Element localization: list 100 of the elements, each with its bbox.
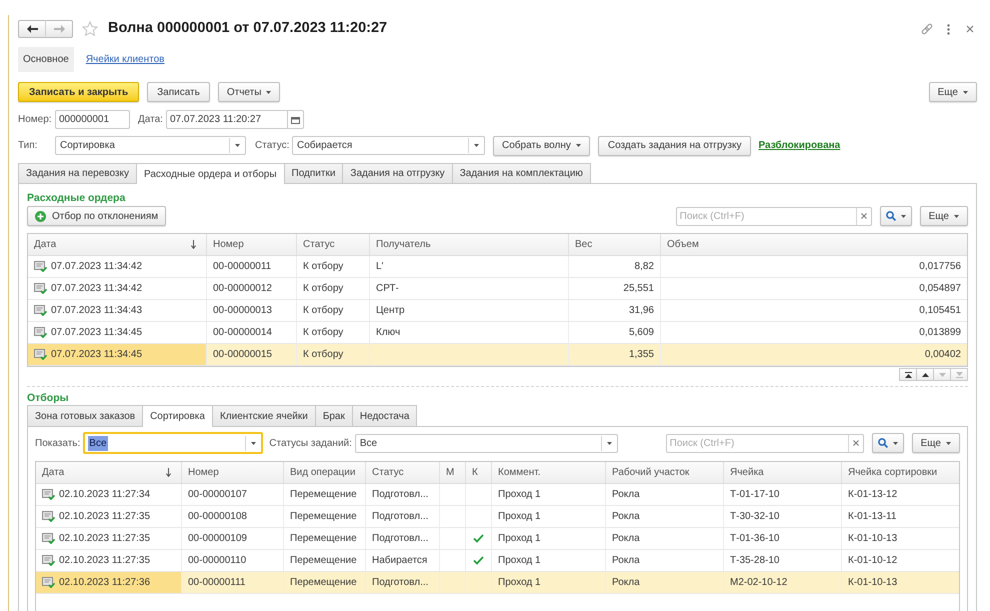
show-select[interactable]: Все xyxy=(83,432,264,454)
table-row[interactable]: 02.10.2023 11:27:36 00-00000111 Перемещение Подготовл... Проход 1 Рокла М2-02-10-12 К-01-10-13 xyxy=(36,572,959,594)
field-label: Статус: xyxy=(255,139,290,153)
table-cell-text: К-01-10-13 xyxy=(847,532,898,546)
document-icon xyxy=(34,349,47,360)
table-cell: К отбору xyxy=(297,300,370,321)
more-button[interactable]: Еще xyxy=(928,82,977,102)
column-header[interactable]: Номер xyxy=(207,234,297,255)
down-arrow-icon xyxy=(191,240,196,249)
search-button[interactable] xyxy=(880,206,912,226)
column-header[interactable]: Коммент. xyxy=(492,462,606,483)
table-row[interactable]: 07.07.2023 11:34:42 00-00000012 К отбору СРТ- 25,551 0,054897 xyxy=(28,278,967,300)
table-row[interactable]: 07.07.2023 11:34:42 00-00000011 К отбору L' 8,82 0,017756 xyxy=(28,256,967,278)
caret-icon xyxy=(251,442,256,444)
column-header[interactable]: Ячейка сортировки xyxy=(842,462,959,483)
close-icon[interactable] xyxy=(966,25,974,33)
column-header[interactable]: К xyxy=(466,462,492,483)
caret-icon xyxy=(954,214,959,218)
table-cell: К отбору xyxy=(297,322,370,343)
table-row[interactable]: 02.10.2023 11:27:35 00-00000110 Перемещение Набирается Проход 1 Рокла Т-35-28-10 К-01-10-12 xyxy=(36,550,959,572)
create-tasks-button[interactable]: Создать задания на отгрузку xyxy=(598,136,752,156)
tab[interactable]: Сортировка xyxy=(143,405,213,427)
triangle-down-icon xyxy=(938,372,946,376)
table-row[interactable]: 07.07.2023 11:34:43 00-00000013 К отбору Центр 31,96 0,105451 xyxy=(28,300,967,322)
link-icon[interactable] xyxy=(921,23,933,35)
cell-text: 07.07.2023 11:34:42 xyxy=(51,260,142,274)
form-tab[interactable]: Основное xyxy=(18,47,74,72)
table-cell: L' xyxy=(370,256,569,277)
table-cell: Проход 1 xyxy=(492,550,606,571)
column-header[interactable]: Дата xyxy=(36,462,182,483)
more-button[interactable]: Еще xyxy=(912,433,960,453)
more-button[interactable]: Еще xyxy=(920,206,968,226)
tab[interactable]: Задания на отгрузку xyxy=(343,163,453,183)
column-header[interactable]: Рабочий участок xyxy=(606,462,724,483)
table-cell: Рокла xyxy=(606,572,724,593)
table-cell: Подготовл... xyxy=(366,528,440,549)
tab[interactable]: Брак xyxy=(316,405,353,426)
cell-text: 07.07.2023 11:34:42 xyxy=(51,282,142,296)
tab[interactable]: Задания на перевозку xyxy=(18,163,137,183)
tab[interactable]: Зона готовых заказов xyxy=(27,405,144,426)
status-select[interactable]: Собирается xyxy=(292,136,485,155)
column-header[interactable]: Ячейка xyxy=(724,462,842,483)
save-button[interactable]: Записать xyxy=(147,82,210,102)
tab[interactable]: Задания на комплектацию xyxy=(452,163,591,183)
first-row-button[interactable] xyxy=(899,368,917,381)
field-label: Дата: xyxy=(138,113,164,127)
table-cell-text: К-01-13-11 xyxy=(847,510,898,524)
cell-text: 02.10.2023 11:27:35 xyxy=(59,532,150,546)
caret-icon xyxy=(946,442,951,444)
table-row[interactable]: 02.10.2023 11:27:35 00-00000108 Перемещение Подготовл... Проход 1 Рокла Т-30-32-10 К-01-13-11 xyxy=(36,506,959,528)
back-button[interactable] xyxy=(18,20,46,38)
table-cell-text: 0,00402 xyxy=(924,348,962,362)
tab[interactable]: Клиентские ячейки xyxy=(212,405,316,426)
table-row[interactable]: 02.10.2023 11:27:35 00-00000109 Перемещение Подготовл... Проход 1 Рокла Т-01-36-10 К-01-10-13 xyxy=(36,528,959,550)
table-cell: Подготовл... xyxy=(366,572,440,593)
caret-icon xyxy=(266,90,272,94)
search-button[interactable] xyxy=(872,433,904,453)
table-cell: К отбору xyxy=(297,344,370,365)
table-cell: Перемещение xyxy=(284,484,366,505)
column-header[interactable]: Номер xyxy=(182,462,284,483)
column-header[interactable]: Дата xyxy=(28,234,207,255)
date-field[interactable]: 07.07.2023 11:20:27 xyxy=(166,110,288,129)
left-arrow-icon xyxy=(26,25,38,33)
table-row[interactable]: 07.07.2023 11:34:45 00-00000014 К отбору Ключ 5,609 0,013899 xyxy=(28,322,967,344)
form-tab-link[interactable]: Ячейки клиентов xyxy=(80,47,170,72)
reports-button[interactable]: Отчеты xyxy=(218,82,280,102)
search-icon xyxy=(878,438,888,448)
cell-text: 02.10.2023 11:27:36 xyxy=(59,576,150,590)
right-arrow-icon xyxy=(54,25,64,33)
calendar-button[interactable] xyxy=(288,110,304,129)
column-header[interactable]: Объем xyxy=(661,234,967,255)
type-select[interactable]: Сортировка xyxy=(55,136,246,155)
vertical-dots-icon[interactable] xyxy=(947,24,950,34)
column-header[interactable]: Вид операции xyxy=(284,462,366,483)
tab[interactable]: Недостача xyxy=(352,405,418,426)
table-row[interactable]: 07.07.2023 11:34:45 00-00000015 К отбору 1,355 0,00402 xyxy=(28,344,967,366)
star-icon[interactable] xyxy=(82,21,98,37)
column-header[interactable]: Статус xyxy=(366,462,440,483)
column-header[interactable]: Вес xyxy=(569,234,661,255)
table-row[interactable]: 02.10.2023 11:27:34 00-00000107 Перемещение Подготовл... Проход 1 Рокла Т-01-17-10 К-01-13-12 xyxy=(36,484,959,506)
column-header[interactable]: М xyxy=(440,462,466,483)
table-cell: 5,609 xyxy=(569,322,661,343)
column-header[interactable]: Статус xyxy=(297,234,370,255)
task-status-select[interactable]: Все xyxy=(354,434,618,452)
previous-row-button[interactable] xyxy=(916,368,934,381)
table-cell-text: 0,017756 xyxy=(918,260,962,274)
filter-button[interactable]: Отбор по отклонениям xyxy=(27,206,166,226)
tab[interactable]: Подпитки xyxy=(284,163,344,183)
document-icon xyxy=(34,327,47,338)
status-link[interactable]: Разблокирована xyxy=(758,138,840,153)
table-cell: 00-00000011 xyxy=(207,256,297,277)
tab[interactable]: Расходные ордера и отборы xyxy=(136,163,285,184)
cell-text: 02.10.2023 11:27:35 xyxy=(59,510,150,524)
number-field[interactable]: 000000001 xyxy=(55,110,130,129)
document-icon xyxy=(42,489,55,500)
table-cell-text: 0,013899 xyxy=(918,326,962,340)
collect-wave-button[interactable]: Собрать волну xyxy=(493,136,590,156)
save-and-close-button[interactable]: Записать и закрыть xyxy=(18,82,140,102)
column-header[interactable]: Получатель xyxy=(370,234,569,255)
table-cell: СРТ- xyxy=(370,278,569,299)
